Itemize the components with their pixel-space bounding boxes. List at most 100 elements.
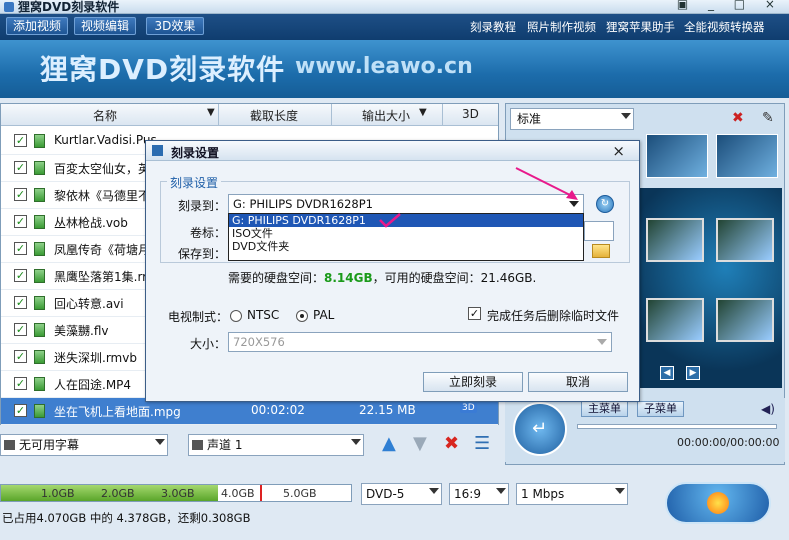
- prev-page-button[interactable]: ◀: [660, 366, 674, 380]
- chevron-down-icon[interactable]: [569, 201, 579, 207]
- file-name: 黑鹰坠落第1集.rr: [54, 270, 148, 284]
- video-file-icon: [34, 215, 45, 229]
- chevron-down-icon: [597, 339, 607, 345]
- delete-temp-checkbox[interactable]: ✓: [468, 307, 481, 320]
- row-checkbox[interactable]: ✓: [14, 134, 27, 147]
- burn-to-value: G: PHILIPS DVDR1628P1: [233, 197, 373, 211]
- close-icon[interactable]: ×: [612, 142, 625, 160]
- clear-template-icon[interactable]: ✖: [732, 110, 744, 126]
- video-file-icon: [34, 161, 45, 175]
- clip-length: 00:02:02: [251, 403, 305, 417]
- row-checkbox[interactable]: ✓: [14, 269, 27, 282]
- edit-template-icon[interactable]: ✎: [762, 110, 774, 126]
- subtitle-icon: [4, 440, 15, 450]
- row-checkbox[interactable]: ✓: [14, 188, 27, 201]
- link-video-converter[interactable]: 全能视频转换器: [684, 19, 765, 35]
- capacity-tick: 4.0GB: [221, 487, 255, 500]
- col-3d[interactable]: 3D: [462, 107, 479, 121]
- player-controls: ↵ 主菜单 子菜单 ◀) 00:00:00/00:00:00: [505, 398, 785, 462]
- dropdown-option[interactable]: G: PHILIPS DVDR1628P1: [229, 214, 583, 227]
- window-controls[interactable]: ▣ _ □ ×: [677, 0, 783, 11]
- capacity-tick: 5.0GB: [283, 487, 317, 500]
- col-length[interactable]: 截取长度: [250, 107, 298, 124]
- pal-radio[interactable]: [296, 310, 308, 322]
- dropdown-option[interactable]: ISO文件: [229, 227, 583, 240]
- next-page-button[interactable]: ▶: [686, 366, 700, 380]
- row-checkbox[interactable]: ✓: [14, 161, 27, 174]
- main-menu-button[interactable]: 主菜单: [581, 401, 628, 417]
- col-name-sort-icon[interactable]: ▼: [207, 107, 215, 118]
- delete-icon[interactable]: ✖: [444, 435, 459, 453]
- refresh-drives-icon[interactable]: ↻: [596, 195, 614, 213]
- move-down-icon[interactable]: ▼: [413, 435, 427, 453]
- dialog-icon: [152, 145, 163, 156]
- file-name: 坐在飞机上看地面.mpg: [54, 405, 181, 419]
- add-video-button[interactable]: 添加视频: [6, 17, 69, 35]
- template-thumbnail[interactable]: [716, 134, 778, 178]
- capacity-tick: 1.0GB: [41, 487, 75, 500]
- list-item-selected[interactable]: ✓ 坐在飞机上看地面.mpg 00:02:02 22.15 MB 3D: [1, 398, 498, 425]
- volume-input[interactable]: [584, 221, 614, 241]
- row-checkbox[interactable]: ✓: [14, 296, 27, 309]
- file-name: 百変太空仙女，英: [54, 162, 151, 176]
- disc-type-select[interactable]: DVD-5: [361, 483, 442, 505]
- output-size: 22.15 MB: [359, 403, 416, 417]
- disk-space-mid: ，可用的硬盘空间：: [372, 271, 481, 285]
- title-bar: 狸窝DVD刻录软件 ▣ _ □ ×: [0, 0, 789, 14]
- link-apple-helper[interactable]: 狸窝苹果助手: [606, 19, 675, 35]
- move-up-icon[interactable]: ▲: [382, 435, 396, 453]
- 3d-effect-button[interactable]: 3D效果: [146, 17, 204, 35]
- disc-type-value: DVD-5: [366, 487, 405, 501]
- burn-to-select[interactable]: G: PHILIPS DVDR1628P1: [228, 194, 584, 214]
- chevron-down-icon: [496, 488, 506, 494]
- folder-icon[interactable]: [592, 244, 610, 258]
- col-divider: [331, 104, 332, 126]
- row-checkbox[interactable]: ✓: [14, 377, 27, 390]
- burn-to-dropdown-list: G: PHILIPS DVDR1628P1 ISO文件 DVD文件夹: [228, 213, 584, 261]
- row-checkbox[interactable]: ✓: [14, 323, 27, 336]
- playback-control-disc[interactable]: ↵: [513, 402, 567, 456]
- app-icon: [4, 2, 14, 12]
- row-checkbox[interactable]: ✓: [14, 350, 27, 363]
- capacity-tick: 3.0GB: [161, 487, 195, 500]
- dropdown-option[interactable]: DVD文件夹: [229, 240, 583, 253]
- template-select[interactable]: 标准: [510, 108, 634, 130]
- col-size[interactable]: 输出大小: [362, 107, 410, 124]
- file-name: 美藻嬲.flv: [54, 324, 109, 338]
- template-thumbnail[interactable]: [646, 134, 708, 178]
- video-file-icon: [34, 134, 45, 148]
- aspect-ratio-select[interactable]: 16:9: [449, 483, 509, 505]
- banner-brand: 狸窝DVD刻录软件: [40, 53, 286, 86]
- edit-video-button[interactable]: 视频编辑: [74, 17, 137, 35]
- row-checkbox[interactable]: ✓: [14, 404, 27, 417]
- playback-time: 00:00:00/00:00:00: [677, 436, 780, 449]
- list-settings-icon[interactable]: ☰: [474, 435, 490, 453]
- link-photo-to-video[interactable]: 照片制作视频: [527, 19, 596, 35]
- banner: 狸窝DVD刻录软件 www.leawo.cn: [0, 40, 789, 98]
- burn-now-button[interactable]: 立即刻录: [423, 372, 523, 392]
- col-size-sort-icon[interactable]: ▼: [419, 107, 427, 118]
- save-to-label: 保存到：: [178, 247, 227, 261]
- audio-track-select[interactable]: 声道 1: [188, 434, 364, 456]
- file-name: 黎依林《马德里不: [54, 189, 151, 203]
- sub-menu-button[interactable]: 子菜单: [637, 401, 684, 417]
- row-checkbox[interactable]: ✓: [14, 215, 27, 228]
- volume-label: 卷标：: [190, 226, 227, 240]
- disk-space-available: 21.46GB.: [480, 271, 537, 285]
- subtitle-select[interactable]: 无可用字幕: [0, 434, 168, 456]
- 3d-tag[interactable]: 3D: [460, 403, 477, 413]
- col-name[interactable]: 名称: [93, 107, 117, 124]
- link-burn-tutorial[interactable]: 刻录教程: [470, 19, 516, 35]
- row-checkbox[interactable]: ✓: [14, 242, 27, 255]
- volume-icon[interactable]: ◀): [761, 402, 775, 416]
- ntsc-radio[interactable]: [230, 310, 242, 322]
- bitrate-select[interactable]: 1 Mbps: [516, 483, 628, 505]
- group-title: 刻录设置: [167, 174, 222, 191]
- playback-slider[interactable]: [577, 424, 777, 429]
- file-name: 丛林枪战.vob: [54, 216, 128, 230]
- cancel-button[interactable]: 取消: [528, 372, 628, 392]
- burn-start-button[interactable]: [665, 482, 771, 524]
- video-file-icon: [34, 323, 45, 337]
- chevron-down-icon: [351, 439, 361, 445]
- preview-thumbnail: [716, 298, 774, 342]
